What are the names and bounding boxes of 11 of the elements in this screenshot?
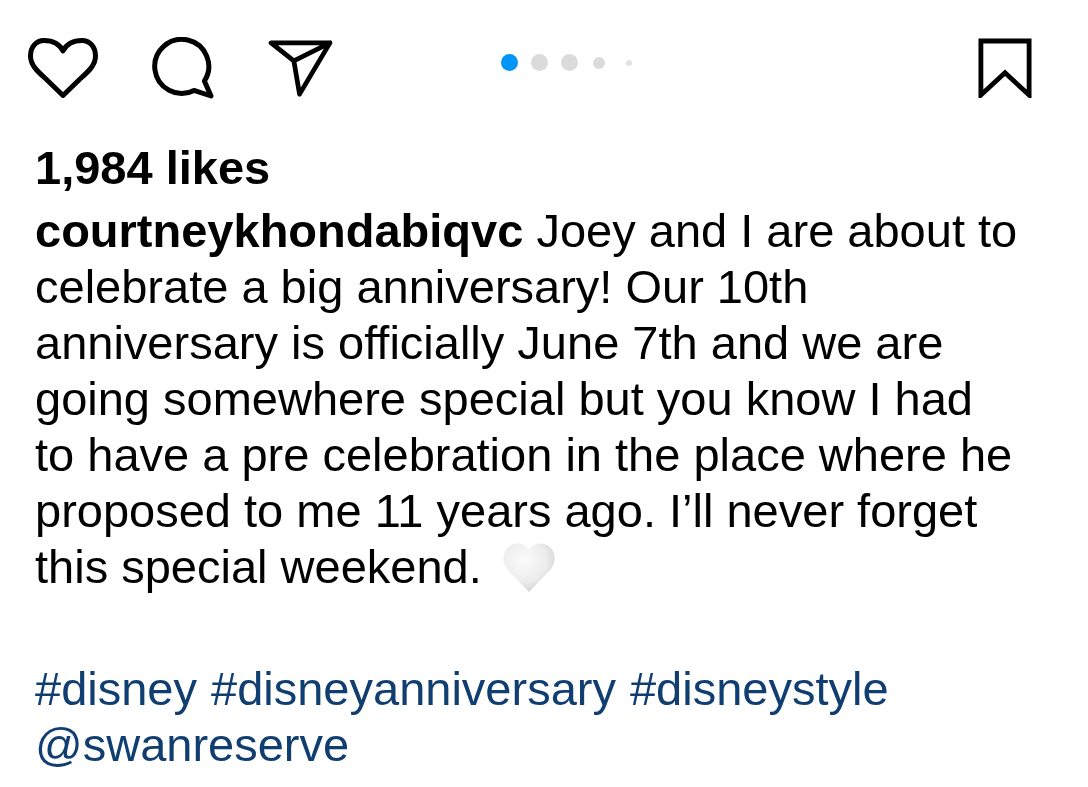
heart-emoji-icon: [500, 540, 557, 594]
heart-icon[interactable]: [28, 38, 98, 98]
caption-link[interactable]: #disneyanniversary: [211, 661, 616, 717]
caption-link[interactable]: @swanreserve: [35, 717, 350, 773]
caption-link[interactable]: #disneystyle: [629, 661, 889, 717]
comment-bubble-icon[interactable]: [152, 37, 214, 99]
caption-text: courtneykhondabiqvc Joey and I are about to celebrate a big anniversary! Our 10th anniversary is officially June 7th and we are going somewhere special but you know I had to have a pre celebration in the place where he proposed to me 11 years ago. I’ll never forget this special weekend.: [35, 203, 1019, 595]
likes-count[interactable]: 1,984 likes: [35, 140, 271, 196]
bookmark-icon[interactable]: [978, 38, 1032, 98]
paper-plane-icon[interactable]: [268, 39, 333, 97]
caption-link[interactable]: #disney: [35, 661, 197, 717]
